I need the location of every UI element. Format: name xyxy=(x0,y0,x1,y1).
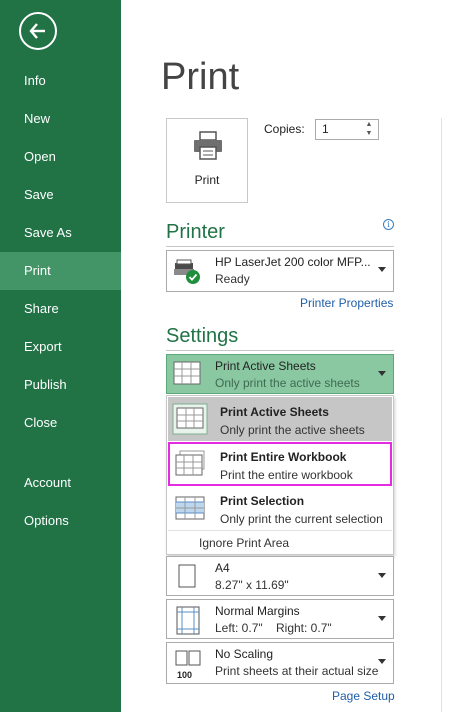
chevron-down-icon xyxy=(378,267,386,272)
nav-close[interactable]: Close xyxy=(0,404,121,442)
print-pane: Print Print Copies: 1 ▲ ▼ Printer i HP L… xyxy=(121,0,460,712)
entire-workbook-icon xyxy=(175,450,205,476)
menu-item-print-active-sheets[interactable]: Print Active Sheets Only print the activ… xyxy=(168,397,392,441)
margins-icon xyxy=(176,606,200,635)
nav-new[interactable]: New xyxy=(0,100,121,138)
selection-icon xyxy=(175,496,205,520)
print-button-label: Print xyxy=(194,173,220,187)
nav-open[interactable]: Open xyxy=(0,138,121,176)
margins-dropdown[interactable]: Normal Margins Left: 0.7" Right: 0.7" xyxy=(166,599,394,639)
backstage-sidebar: Info New Open Save Save As Print Share E… xyxy=(0,0,121,712)
printer-name: HP LaserJet 200 color MFP... xyxy=(215,255,371,269)
nav-info[interactable]: Info xyxy=(0,62,121,100)
chevron-down-icon xyxy=(378,573,386,578)
chevron-down-icon xyxy=(378,616,386,621)
copies-stepper[interactable]: 1 ▲ ▼ xyxy=(315,119,379,140)
settings-heading-rule xyxy=(166,350,394,351)
margins-title: Normal Margins xyxy=(215,604,300,618)
nav-publish[interactable]: Publish xyxy=(0,366,121,404)
nav-save-as[interactable]: Save As xyxy=(0,214,121,252)
printer-ready-icon xyxy=(174,259,200,284)
active-sheets-icon xyxy=(173,361,201,385)
spin-up-icon[interactable]: ▲ xyxy=(364,121,374,129)
nav-account[interactable]: Account xyxy=(0,464,121,502)
menu-separator xyxy=(168,530,392,531)
preview-divider xyxy=(441,118,442,712)
copies-label: Copies: xyxy=(264,122,305,136)
page-title: Print xyxy=(161,56,240,98)
paper-size-dropdown[interactable]: A4 8.27" x 11.69" xyxy=(166,556,394,596)
nav-options[interactable]: Options xyxy=(0,502,121,540)
chevron-down-icon xyxy=(378,659,386,664)
margins-right: Right: 0.7" xyxy=(276,621,332,635)
paper-size-subtitle: 8.27" x 11.69" xyxy=(215,578,289,592)
chevron-down-icon xyxy=(378,371,386,376)
menu-item-subtitle: Only print the current selection xyxy=(220,512,383,526)
copies-value: 1 xyxy=(322,122,329,136)
print-scope-menu: Print Active Sheets Only print the activ… xyxy=(166,395,394,555)
margins-left: Left: 0.7" xyxy=(215,621,263,635)
nav-share[interactable]: Share xyxy=(0,290,121,328)
menu-item-title: Print Active Sheets xyxy=(220,405,329,419)
printer-heading-rule xyxy=(166,246,394,247)
menu-item-subtitle: Print the entire workbook xyxy=(220,468,353,482)
page-setup-link[interactable]: Page Setup xyxy=(332,689,395,703)
back-button[interactable] xyxy=(19,12,57,50)
spin-down-icon[interactable]: ▼ xyxy=(364,130,374,138)
print-scope-subtitle: Only print the active sheets xyxy=(215,376,360,390)
paper-icon xyxy=(178,564,196,588)
menu-item-title: Print Entire Workbook xyxy=(220,450,347,464)
paper-size-title: A4 xyxy=(215,561,230,575)
menu-item-print-entire-workbook[interactable]: Print Entire Workbook Print the entire w… xyxy=(168,442,392,486)
ignore-print-area-option[interactable]: Ignore Print Area xyxy=(199,536,289,550)
scaling-dropdown[interactable]: 100 No Scaling Print sheets at their act… xyxy=(166,642,394,684)
nav-export[interactable]: Export xyxy=(0,328,121,366)
active-sheets-icon xyxy=(172,403,208,435)
info-icon[interactable]: i xyxy=(383,219,394,230)
printer-status: Ready xyxy=(215,272,250,286)
print-button[interactable]: Print xyxy=(166,118,248,203)
arrow-left-icon xyxy=(29,23,45,39)
scaling-icon: 100 xyxy=(175,650,201,680)
menu-item-title: Print Selection xyxy=(220,494,305,508)
settings-heading: Settings xyxy=(166,325,239,347)
menu-item-subtitle: Only print the active sheets xyxy=(220,423,365,437)
scaling-icon-text: 100 xyxy=(177,670,192,680)
scaling-title: No Scaling xyxy=(215,647,274,661)
nav-save[interactable]: Save xyxy=(0,176,121,214)
printer-properties-link[interactable]: Printer Properties xyxy=(300,296,393,310)
printer-icon xyxy=(194,131,222,160)
menu-item-print-selection[interactable]: Print Selection Only print the current s… xyxy=(168,486,392,530)
printer-dropdown[interactable]: HP LaserJet 200 color MFP... Ready xyxy=(166,250,394,292)
nav-print[interactable]: Print xyxy=(0,252,121,290)
scaling-subtitle: Print sheets at their actual size xyxy=(215,664,379,678)
printer-heading: Printer xyxy=(166,221,225,243)
print-scope-title: Print Active Sheets xyxy=(215,359,316,373)
print-scope-dropdown[interactable]: Print Active Sheets Only print the activ… xyxy=(166,354,394,394)
